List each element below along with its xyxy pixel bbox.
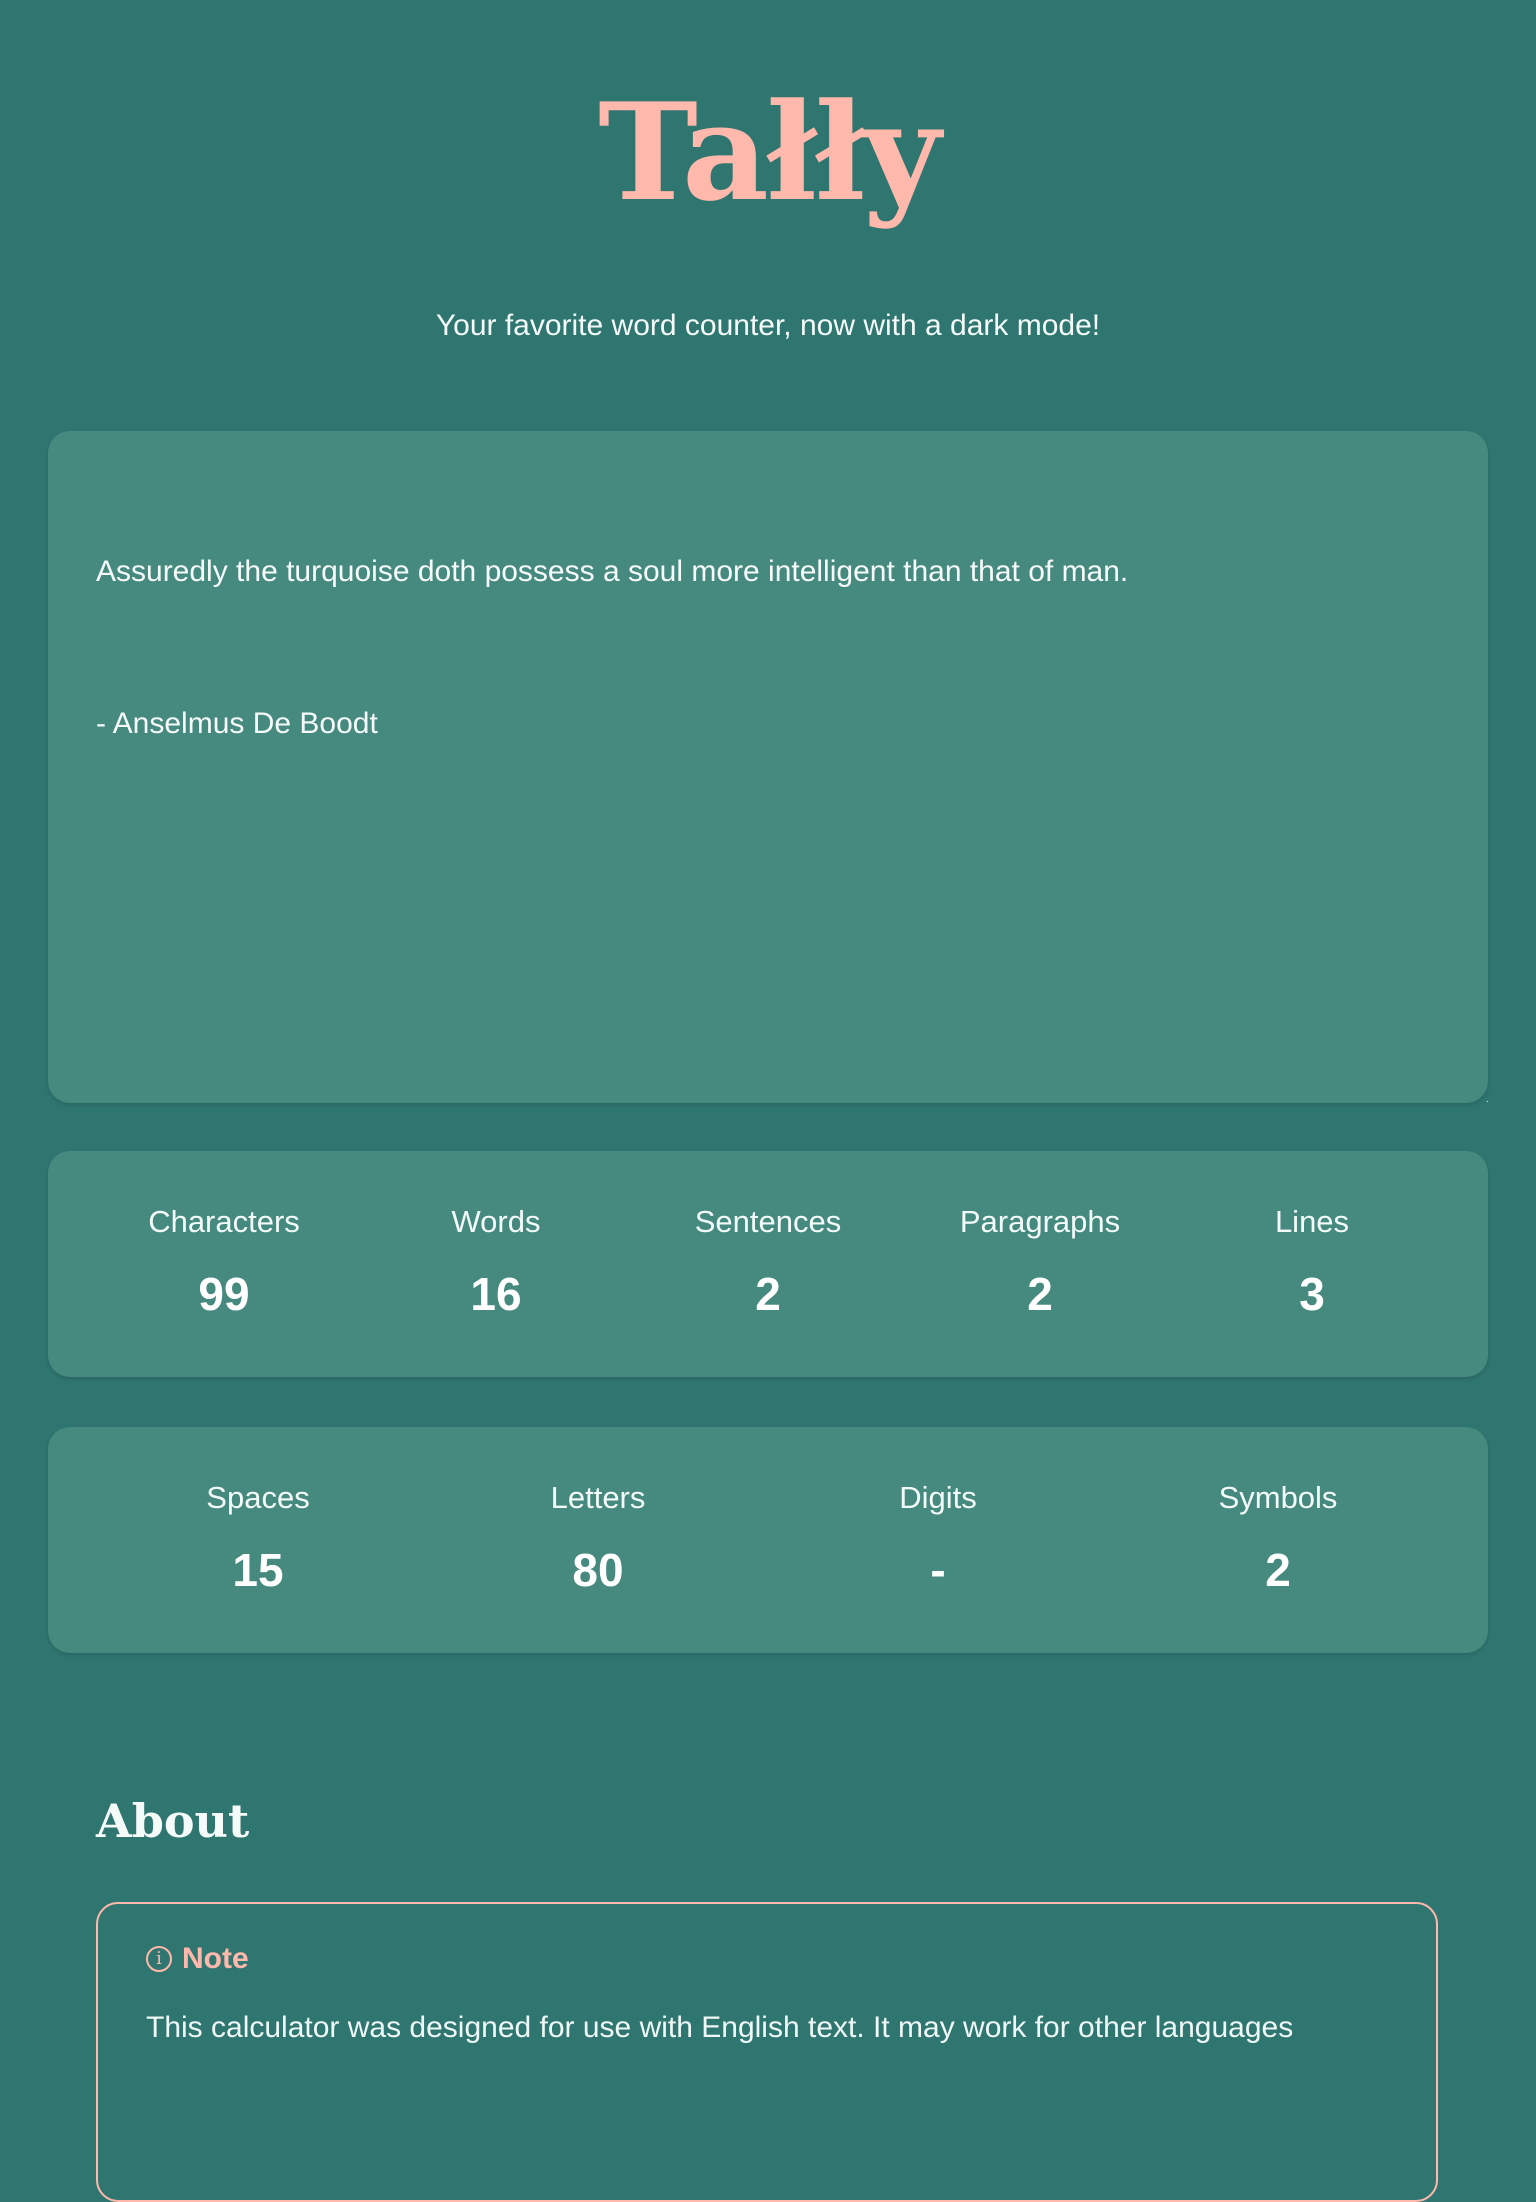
info-icon: i: [146, 1946, 172, 1972]
stat-label: Symbols: [1218, 1480, 1338, 1515]
stat-label: Characters: [148, 1204, 300, 1239]
stat-letters: Letters 80: [428, 1480, 768, 1596]
stat-spaces: Spaces 15: [88, 1480, 428, 1596]
stat-value: 3: [1299, 1268, 1325, 1320]
note-header: i Note: [146, 1942, 1388, 1976]
stat-label: Digits: [899, 1480, 977, 1515]
note-callout: i Note This calculator was designed for …: [96, 1902, 1438, 2202]
note-text: This calculator was designed for use wit…: [146, 2011, 1294, 2044]
stat-words: Words 16: [360, 1204, 632, 1320]
editor-line: - Anselmus De Boodt: [96, 707, 378, 740]
stat-value: 2: [755, 1268, 781, 1320]
stat-value: 15: [232, 1544, 284, 1596]
stat-paragraphs: Paragraphs 2: [904, 1204, 1176, 1320]
stat-value: 2: [1027, 1268, 1053, 1320]
stat-label: Lines: [1274, 1204, 1350, 1239]
stat-value: 16: [470, 1268, 522, 1320]
stat-value: 2: [1265, 1544, 1291, 1596]
site-header: Tałły Your favorite word counter, now wi…: [0, 0, 1536, 344]
page: Tałły Your favorite word counter, now wi…: [0, 0, 1536, 2202]
stat-value: 80: [572, 1544, 624, 1596]
stat-label: Spaces: [206, 1480, 310, 1515]
primary-stats-card: Characters 99 Words 16 Sentences 2 Parag…: [48, 1151, 1488, 1377]
text-editor[interactable]: Assuredly the turquoise doth possess a s…: [48, 431, 1488, 1103]
stat-sentences: Sentences 2: [632, 1204, 904, 1320]
tagline: Your favorite word counter, now with a d…: [435, 309, 1101, 342]
note-title: Note: [182, 1942, 249, 1975]
stat-label: Sentences: [694, 1204, 842, 1239]
stat-symbols: Symbols 2: [1108, 1480, 1448, 1596]
text-input-area[interactable]: Assuredly the turquoise doth possess a s…: [48, 431, 1489, 1105]
secondary-stats-card: Spaces 15 Letters 80 Digits - Symbols 2: [48, 1427, 1488, 1653]
about-heading: About: [96, 1794, 250, 1848]
stat-value: -: [930, 1544, 946, 1596]
editor-line: Assuredly the turquoise doth possess a s…: [96, 555, 1129, 588]
stat-value: 99: [198, 1268, 250, 1320]
app-logo: Tałły: [598, 73, 941, 231]
stat-digits: Digits -: [768, 1480, 1108, 1596]
stat-label: Words: [451, 1204, 541, 1239]
about-section: About i Note This calculator was designe…: [96, 1793, 1440, 2202]
stat-lines: Lines 3: [1176, 1204, 1448, 1320]
stat-label: Letters: [550, 1480, 646, 1515]
stat-label: Paragraphs: [959, 1204, 1121, 1239]
stat-characters: Characters 99: [88, 1204, 360, 1320]
resize-handle[interactable]: .: [1486, 1095, 1492, 1105]
